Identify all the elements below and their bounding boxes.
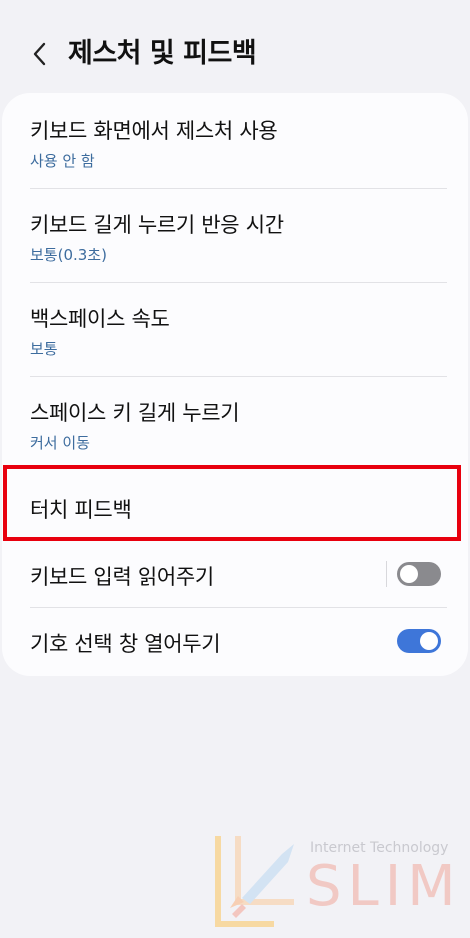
- setting-value: 사용 안 함: [30, 152, 95, 170]
- setting-title: 키보드 입력 읽어주기: [30, 565, 214, 589]
- chevron-left-icon: [33, 42, 46, 66]
- setting-backspace-speed[interactable]: 백스페이스 속도 보통: [2, 283, 468, 377]
- setting-long-press-delay[interactable]: 키보드 길게 누르기 반응 시간 보통(0.3초): [2, 189, 468, 283]
- setting-spacebar-long-press[interactable]: 스페이스 키 길게 누르기 커서 이동: [2, 377, 468, 469]
- top-app-bar: 제스처 및 피드백: [0, 0, 470, 100]
- read-keyboard-input-toggle[interactable]: [397, 562, 441, 586]
- setting-value: 보통: [30, 340, 58, 358]
- setting-keyboard-gestures[interactable]: 키보드 화면에서 제스처 사용 사용 안 함: [2, 93, 468, 189]
- page-title: 제스처 및 피드백: [68, 38, 257, 69]
- setting-title: 터치 피드백: [30, 498, 132, 522]
- setting-title: 백스페이스 속도: [30, 307, 170, 331]
- setting-title: 키보드 길게 누르기 반응 시간: [30, 213, 284, 237]
- back-button[interactable]: [22, 36, 58, 72]
- settings-card: 키보드 화면에서 제스처 사용 사용 안 함 키보드 길게 누르기 반응 시간 …: [2, 93, 468, 676]
- setting-title: 스페이스 키 길게 누르기: [30, 401, 240, 425]
- keep-symbol-panel-open-toggle[interactable]: [397, 629, 441, 653]
- watermark-word: SLIM: [306, 854, 462, 919]
- rocket-logo-icon: [215, 836, 294, 927]
- vertical-separator: [386, 561, 387, 587]
- watermark: Internet Technology SLIM: [212, 832, 462, 932]
- toggle-knob: [420, 632, 438, 650]
- setting-value: 보통(0.3초): [30, 246, 107, 264]
- setting-value: 커서 이동: [30, 434, 90, 452]
- setting-title: 키보드 화면에서 제스처 사용: [30, 119, 278, 143]
- setting-touch-feedback[interactable]: 터치 피드백: [2, 469, 468, 539]
- setting-title: 기호 선택 창 열어두기: [30, 632, 221, 656]
- toggle-knob: [400, 565, 418, 583]
